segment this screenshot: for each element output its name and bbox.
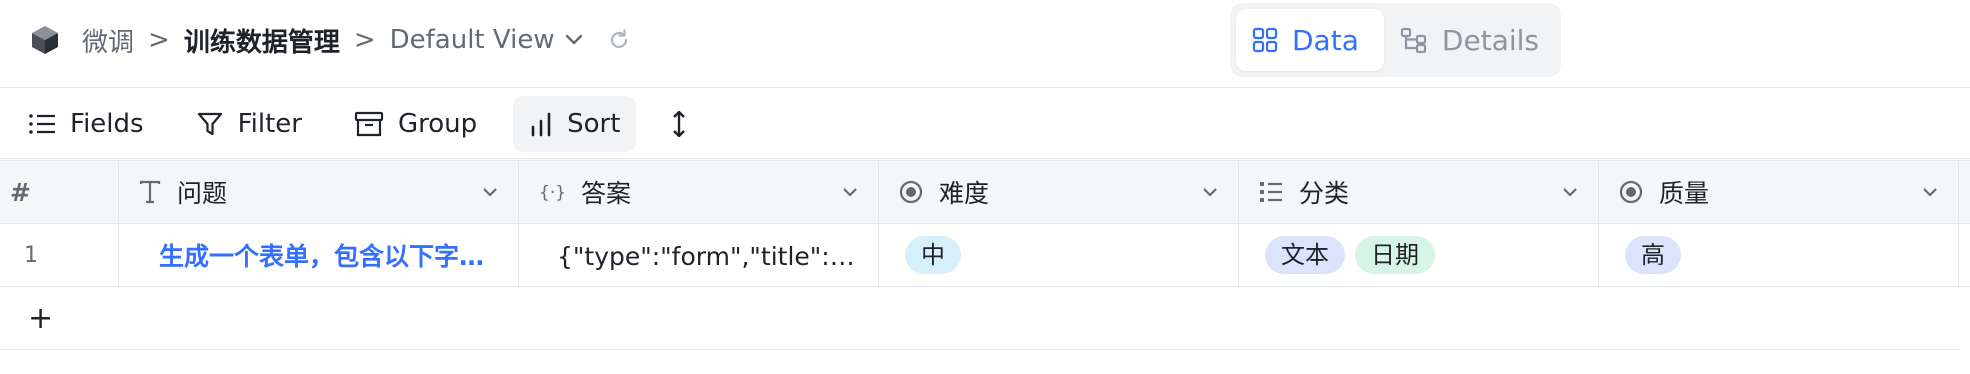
breadcrumb-separator: >: [148, 25, 170, 55]
sort-bars-icon: [531, 112, 551, 136]
grid-icon: [1252, 27, 1278, 53]
app-logo-icon: [30, 24, 62, 56]
data-tab[interactable]: Data: [1236, 9, 1384, 71]
column-header-difficulty[interactable]: 难度: [879, 161, 1239, 223]
single-select-icon: [1619, 180, 1643, 204]
json-icon: {·}: [539, 183, 565, 203]
table-header-row: # 问题 {·} 答案 难度 分类 质量: [0, 160, 1970, 224]
archive-icon: [354, 111, 384, 136]
sort-label: Sort: [567, 108, 621, 139]
fields-button[interactable]: Fields: [28, 96, 160, 152]
filter-button[interactable]: Filter: [180, 96, 318, 152]
view-label: Default View: [389, 25, 555, 55]
column-label: 问题: [177, 179, 228, 208]
details-tab-label: Details: [1441, 23, 1539, 57]
multi-select-icon: [1260, 182, 1282, 202]
sort-button[interactable]: Sort: [513, 95, 637, 152]
data-grid: # 问题 {·} 答案 难度 分类 质量 1 生成一个表单，包含以下字… {"t…: [0, 160, 1970, 350]
text-type-icon: [139, 180, 161, 204]
column-header-question[interactable]: 问题: [119, 161, 519, 223]
hierarchy-icon: [1400, 27, 1427, 53]
chevron-down-icon[interactable]: [1202, 187, 1218, 197]
table-row[interactable]: 1 生成一个表单，包含以下字… {"type":"form","title":"…: [0, 224, 1970, 287]
row-number-header: #: [0, 161, 119, 223]
header: 微调 > 训练数据管理 > Default View Data Details: [0, 0, 1970, 88]
row-index: 1: [24, 242, 38, 268]
view-mode-toggle: Data Details: [1230, 3, 1561, 77]
breadcrumb-app[interactable]: 微调: [82, 22, 134, 59]
answer-text: {"type":"form","title":"表…: [557, 242, 864, 271]
add-row: +: [0, 287, 1959, 350]
breadcrumb-section[interactable]: 训练数据管理: [184, 22, 340, 59]
column-header-category[interactable]: 分类: [1239, 161, 1599, 223]
list-icon: [29, 113, 55, 134]
cell-category[interactable]: 文本 日期: [1239, 224, 1599, 286]
row-height-icon: [673, 110, 686, 137]
category-tag: 日期: [1355, 236, 1435, 274]
chevron-down-icon[interactable]: [842, 187, 858, 197]
column-header-quality[interactable]: 质量: [1599, 161, 1959, 223]
column-label: 分类: [1299, 179, 1350, 208]
refresh-icon[interactable]: [607, 28, 631, 52]
chevron-down-icon: [565, 34, 583, 46]
cell-question[interactable]: 生成一个表单，包含以下字…: [119, 224, 519, 286]
toolbar: Fields Filter Group Sort: [0, 89, 1970, 159]
breadcrumb: 微调 > 训练数据管理 > Default View: [30, 18, 631, 62]
column-header-answer[interactable]: {·} 答案: [519, 161, 879, 223]
single-select-icon: [899, 180, 923, 204]
category-tag: 文本: [1265, 236, 1345, 274]
breadcrumb-separator: >: [353, 25, 376, 55]
add-row-button[interactable]: +: [28, 301, 53, 336]
data-tab-label: Data: [1292, 23, 1359, 57]
svg-text:{·}: {·}: [539, 183, 565, 203]
chevron-down-icon[interactable]: [1562, 187, 1578, 197]
chevron-down-icon[interactable]: [1922, 187, 1938, 197]
chevron-down-icon[interactable]: [482, 187, 498, 197]
group-label: Group: [397, 108, 478, 139]
fields-label: Fields: [70, 108, 144, 139]
row-height-button[interactable]: [656, 96, 716, 152]
quality-tag: 高: [1625, 236, 1681, 274]
cell-quality[interactable]: 高: [1599, 224, 1959, 286]
details-tab[interactable]: Details: [1384, 9, 1555, 71]
question-link[interactable]: 生成一个表单，包含以下字…: [133, 237, 484, 273]
difficulty-tag: 中: [905, 236, 961, 274]
column-label: 难度: [939, 179, 990, 208]
group-button[interactable]: Group: [338, 96, 493, 152]
view-selector[interactable]: Default View: [390, 25, 583, 55]
cell-difficulty[interactable]: 中: [879, 224, 1239, 286]
row-number: 1: [0, 224, 119, 286]
column-label: 质量: [1659, 179, 1710, 208]
column-label: 答案: [581, 179, 632, 208]
filter-icon: [197, 112, 222, 135]
cell-answer[interactable]: {"type":"form","title":"表…: [519, 224, 879, 286]
filter-label: Filter: [237, 108, 302, 139]
